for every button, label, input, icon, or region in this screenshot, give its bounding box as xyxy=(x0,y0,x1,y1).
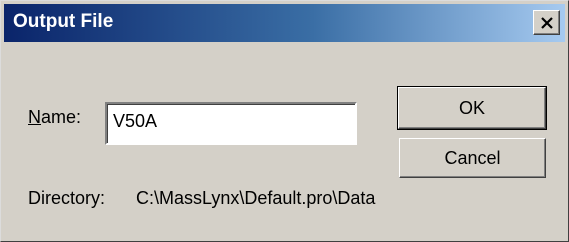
output-file-dialog: Output File Name: V50A OK Cancel Directo… xyxy=(0,0,569,242)
cancel-button[interactable]: Cancel xyxy=(399,138,546,178)
directory-value: C:\MassLynx\Default.pro\Data xyxy=(136,188,376,208)
ok-button[interactable]: OK xyxy=(397,86,547,130)
close-icon xyxy=(540,16,553,29)
close-button[interactable] xyxy=(533,10,560,35)
directory-label: Directory: xyxy=(28,188,106,208)
name-label: Name: xyxy=(28,107,81,128)
name-label-mnemonic: N xyxy=(28,107,41,127)
name-label-text: ame: xyxy=(41,107,82,127)
window-title: Output File xyxy=(13,11,114,32)
name-input[interactable]: V50A xyxy=(105,102,357,145)
title-bar[interactable]: Output File xyxy=(4,4,565,42)
